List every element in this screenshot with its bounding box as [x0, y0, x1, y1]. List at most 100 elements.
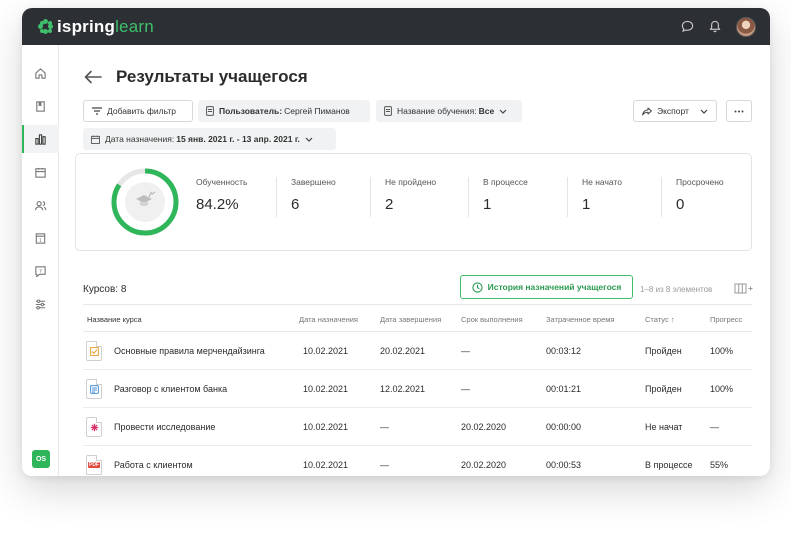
export-button[interactable]: Экспорт [633, 100, 717, 122]
assigned-date: 10.02.2021 [303, 460, 349, 470]
table-row[interactable]: Провести исследование 10.02.2021 — 20.02… [83, 408, 752, 446]
survey-icon [86, 417, 102, 437]
app-window: ispring learn 1 ? OS Результаты учащегос… [22, 8, 770, 476]
home-icon [35, 67, 46, 79]
due-date: — [461, 346, 470, 356]
learner-stats-panel: Обученность 84.2% Завершено 6 Не пройден… [75, 153, 752, 251]
filter-icon [92, 107, 102, 115]
sidebar-events[interactable]: 1 [22, 224, 59, 252]
user-initials-badge[interactable]: OS [32, 450, 50, 468]
stat-label: Не начато [582, 177, 622, 187]
users-icon [34, 200, 47, 210]
logo-text-ispring: ispring [57, 16, 116, 36]
time-spent: 00:01:21 [546, 384, 582, 394]
course-name[interactable]: Основные правила мерчендайзинга [114, 346, 265, 356]
date-filter-label: Дата назначения: [105, 134, 175, 144]
stat-failed: Не пройдено 2 [370, 177, 468, 217]
sidebar-help[interactable]: ? [22, 257, 59, 285]
stat-value: 6 [291, 196, 300, 213]
assignment-history-button[interactable]: История назначений учащегося [460, 275, 633, 299]
sidebar-calendar[interactable] [22, 158, 59, 186]
stat-value: 84.2% [196, 196, 239, 213]
dialog-icon [86, 379, 102, 399]
calendar-icon [35, 167, 46, 178]
course-name[interactable]: Разговор с клиентом банка [114, 384, 227, 394]
time-spent: 00:00:00 [546, 422, 582, 432]
date-filter-chip[interactable]: Дата назначения: 15 янв. 2021 г. - 13 ап… [83, 128, 336, 150]
completed-date: — [380, 460, 389, 470]
stat-label: Обученность [196, 177, 248, 187]
pdf-icon: PDF [86, 455, 102, 475]
status: Пройден [645, 384, 682, 394]
table-row[interactable]: Разговор с клиентом банка 10.02.2021 12.… [83, 370, 752, 408]
logo-text-learn: learn [115, 16, 154, 36]
chevron-down-icon [305, 137, 313, 142]
stat-label: Просрочено [676, 177, 724, 187]
share-arrow-icon [642, 107, 652, 115]
progress: 55% [710, 460, 729, 470]
sidebar-reports[interactable] [22, 125, 59, 153]
book-icon [36, 100, 45, 112]
due-date: 20.02.2020 [461, 422, 507, 432]
sidebar-content[interactable] [22, 92, 59, 120]
column-header[interactable]: Дата завершения [380, 315, 441, 324]
stat-proficiency: Обученность 84.2% [196, 177, 276, 217]
chat-icon[interactable] [680, 20, 694, 34]
user-avatar[interactable] [736, 16, 756, 37]
bell-icon[interactable] [708, 20, 722, 34]
completed-date: — [380, 422, 389, 432]
back-arrow-icon[interactable] [83, 69, 103, 85]
column-header[interactable]: Статус ↑ [645, 315, 675, 324]
stat-value: 2 [385, 196, 394, 213]
status: В процессе [645, 460, 693, 470]
completed-date: 20.02.2021 [380, 346, 426, 356]
due-date: 20.02.2020 [461, 460, 507, 470]
top-bar: ispring learn [22, 8, 770, 45]
table-row[interactable]: PDF Работа с клиентом 10.02.2021 — 20.02… [83, 446, 752, 476]
sidebar-home[interactable] [22, 59, 59, 87]
ispring-learn-logo[interactable]: ispring learn [38, 17, 154, 37]
document-icon [206, 106, 214, 116]
stat-not-started: Не начато 1 [567, 177, 661, 217]
calendar-day-icon: 1 [35, 232, 46, 243]
table-row[interactable]: Основные правила мерчендайзинга 10.02.20… [83, 332, 752, 370]
due-date: — [461, 384, 470, 394]
svg-text:?: ? [39, 268, 42, 274]
column-header[interactable]: Прогресс [710, 315, 742, 324]
assigned-date: 10.02.2021 [303, 422, 349, 432]
column-header[interactable]: Срок выполнения [461, 315, 523, 324]
stat-label: Не пройдено [385, 177, 437, 187]
svg-text:1: 1 [39, 237, 42, 243]
progress: — [710, 422, 719, 432]
training-filter-value: Все [478, 106, 495, 116]
more-options-button[interactable] [726, 100, 752, 122]
stat-value: 1 [483, 196, 492, 213]
document-icon [384, 106, 392, 116]
chevron-down-icon [700, 109, 708, 114]
columns-settings-icon[interactable] [734, 283, 754, 295]
course-name[interactable]: Провести исследование [114, 422, 215, 432]
sidebar-settings[interactable] [22, 290, 59, 318]
date-filter-value: 15 янв. 2021 г. - 13 апр. 2021 г. [176, 134, 300, 144]
stat-label: Завершено [291, 177, 336, 187]
sidebar-users[interactable] [22, 191, 59, 219]
completed-date: 12.02.2021 [380, 384, 426, 394]
user-filter-value: Сергей Пиманов [284, 106, 350, 116]
user-filter-chip[interactable]: Пользователь: Сергей Пиманов [198, 100, 370, 122]
progress: 100% [710, 346, 734, 356]
main-content: Результаты учащегося Добавить фильтр Пол… [59, 45, 770, 476]
assigned-date: 10.02.2021 [303, 346, 349, 356]
stat-value: 0 [676, 196, 685, 213]
course-name[interactable]: Работа с клиентом [114, 460, 193, 470]
column-header[interactable]: Дата назначения [299, 315, 358, 324]
sidebar: 1 ? OS [22, 45, 59, 476]
stat-in-progress: В процессе 1 [468, 177, 567, 217]
stat-label: В процессе [483, 177, 528, 187]
add-filter-button[interactable]: Добавить фильтр [83, 100, 193, 122]
column-header[interactable]: Затраченное время [546, 315, 614, 324]
column-header[interactable]: Название курса [87, 315, 142, 324]
clock-icon [471, 281, 483, 293]
calendar-icon [91, 134, 100, 144]
training-filter-chip[interactable]: Название обучения: Все [376, 100, 522, 122]
table-header: Название курса Дата назначения Дата заве… [83, 304, 752, 332]
